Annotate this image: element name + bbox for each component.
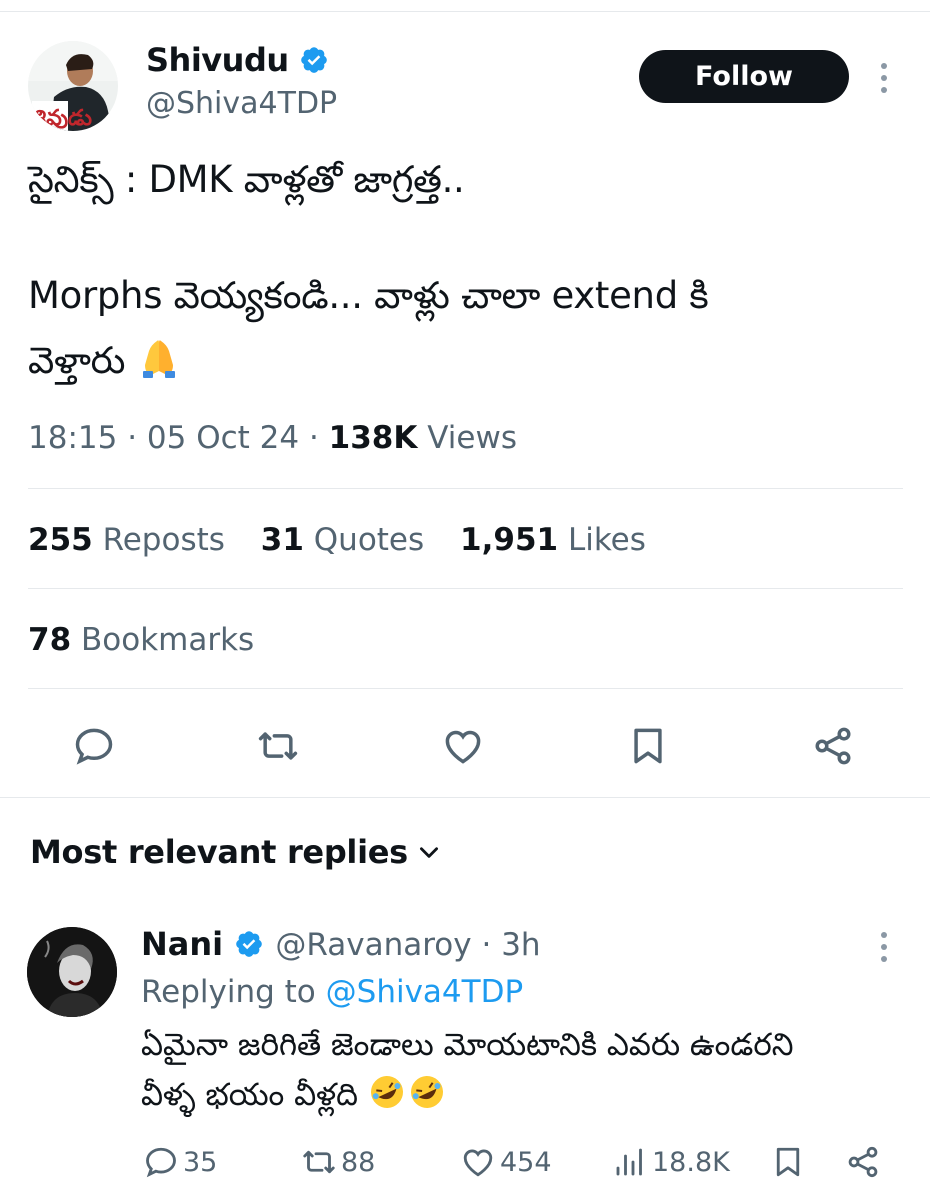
tweet-text-line: సైనిక్స్ : DMK వాళ్లతో జాగ్రత్త..: [28, 158, 465, 201]
reply-button[interactable]: [72, 724, 116, 768]
reply-author-handle[interactable]: @Ravanaroy: [275, 927, 471, 963]
bookmark-icon: [634, 728, 662, 764]
bookmark-button[interactable]: [626, 724, 670, 768]
divider: [28, 688, 903, 689]
reply-more-options-icon[interactable]: [876, 930, 892, 964]
tweet-time[interactable]: 18:15: [28, 420, 117, 456]
tweet-text-line: Morphs వెయ్యకండి... వాళ్లు చాలా extend క…: [28, 274, 709, 317]
reply-repost-button[interactable]: 88: [301, 1142, 375, 1182]
bookmarks-stat[interactable]: 78 Bookmarks: [28, 622, 254, 658]
reply-share-button[interactable]: [845, 1142, 885, 1182]
svg-text:శివుడు: శివుడు: [34, 106, 92, 131]
bookmarks-label: Bookmarks: [81, 622, 255, 658]
views-count: 138K: [328, 420, 418, 456]
like-icon: [445, 730, 481, 764]
repost-icon: [303, 1150, 335, 1174]
reposts-label: Reposts: [102, 522, 225, 558]
author-avatar[interactable]: శివుడు: [28, 41, 118, 131]
folded-hands-emoji-icon: [142, 340, 175, 378]
reply-avatar[interactable]: [27, 927, 117, 1017]
tweet-text-fragment: వెళ్తారు: [28, 339, 126, 382]
reply-text-fragment: వీళ్ళ భయం వీళ్లది: [141, 1077, 359, 1113]
reply-age[interactable]: 3h: [501, 927, 540, 963]
reply-text-line: ఏమైనా జరిగితే జెండాలు మోయటానికి ఎవరు ఉండ…: [141, 1027, 794, 1063]
divider: [28, 488, 903, 489]
share-icon: [815, 727, 851, 765]
reposts-stat[interactable]: 255 Reposts: [28, 522, 225, 558]
share-icon: [848, 1146, 878, 1178]
reply-icon: [146, 1147, 176, 1178]
reply-reply-button[interactable]: 35: [143, 1142, 217, 1182]
author-name[interactable]: Shivudu: [146, 41, 329, 79]
view-count: 18.8K: [652, 1146, 730, 1178]
author-name-text[interactable]: Shivudu: [146, 41, 289, 79]
reply-text-line: వీళ్ళ భయం వీళ్లది: [141, 1073, 448, 1120]
like-button[interactable]: [441, 724, 485, 768]
tweet-meta: 18:15 · 05 Oct 24 · 138K Views: [28, 420, 517, 456]
reply-author[interactable]: Nani @Ravanaroy · 3h: [141, 925, 541, 963]
reply-icon: [75, 728, 113, 765]
tweet-text-line: వెళ్తారు: [28, 335, 181, 391]
replies-heading-label: Most relevant replies: [30, 833, 408, 871]
quotes-count: 31: [260, 522, 304, 558]
replying-to-prefix: Replying to: [141, 974, 316, 1010]
divider: [28, 588, 903, 589]
bookmarks-count: 78: [28, 622, 72, 658]
author-handle[interactable]: @Shiva4TDP: [146, 86, 337, 121]
repost-button[interactable]: [256, 724, 300, 768]
rofl-emoji-icon: [370, 1076, 443, 1108]
top-divider: [0, 11, 930, 12]
separator-dot: ·: [471, 927, 502, 963]
reposts-count: 255: [28, 522, 93, 558]
repost-icon: [258, 732, 298, 760]
engagement-stats: 255 Reposts 31 Quotes 1,951 Likes: [28, 522, 672, 558]
views-analytics-icon: [616, 1148, 642, 1176]
reply-author-name[interactable]: Nani: [141, 925, 223, 963]
like-count: 454: [500, 1146, 552, 1178]
tweet-date[interactable]: 05 Oct 24: [147, 420, 299, 456]
verified-badge-icon: [236, 931, 263, 957]
replies-sort-selector[interactable]: Most relevant replies: [30, 833, 442, 871]
follow-button[interactable]: Follow: [639, 50, 849, 103]
repost-count: 88: [341, 1146, 376, 1178]
share-button[interactable]: [811, 724, 855, 768]
replying-to: Replying to @Shiva4TDP: [141, 974, 523, 1010]
bookmark-icon: [776, 1147, 800, 1177]
quotes-stat[interactable]: 31 Quotes: [261, 522, 424, 558]
chevron-down-icon: [419, 847, 438, 858]
likes-label: Likes: [567, 522, 646, 558]
more-options-icon[interactable]: [876, 61, 892, 95]
quotes-label: Quotes: [313, 522, 425, 558]
reply-count: 35: [183, 1146, 218, 1178]
likes-count: 1,951: [460, 522, 559, 558]
reply-bookmark-button[interactable]: [770, 1142, 810, 1182]
reply-views-button[interactable]: 18.8K: [612, 1142, 730, 1182]
verified-badge-icon: [301, 47, 328, 73]
views-label: Views: [427, 420, 517, 456]
replying-to-mention[interactable]: @Shiva4TDP: [326, 974, 524, 1010]
reply-like-button[interactable]: 454: [460, 1142, 552, 1182]
like-icon: [463, 1149, 493, 1177]
likes-stat[interactable]: 1,951 Likes: [460, 522, 646, 558]
divider: [0, 797, 930, 798]
